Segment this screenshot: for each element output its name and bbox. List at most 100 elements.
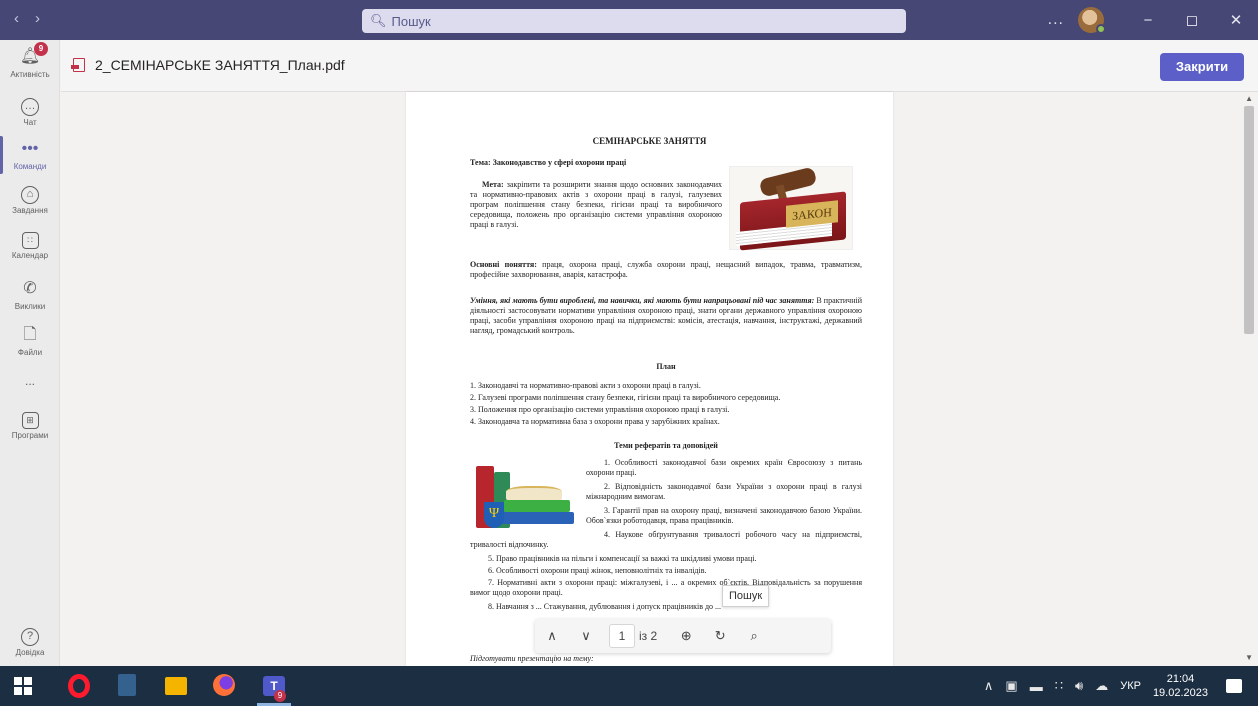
pdf-toolbar: ∧ ∨ 1 із 2 ⊕ ↻ ⌕: [535, 619, 831, 653]
doc-title: СЕМІНАРСЬКЕ ЗАНЯТТЯ: [592, 136, 707, 146]
topic-item: 7. Нормативні акти з охорони праці: міжг…: [470, 578, 862, 597]
volume-icon[interactable]: 🔊︎: [1075, 678, 1083, 694]
pdf-page: СЕМІНАРСЬКЕ ЗАНЯТТЯ Тема: Законодавство …: [406, 92, 893, 666]
onedrive-icon[interactable]: ☁: [1095, 678, 1108, 694]
topic-item: 2. Відповідність законодавчої бази Украї…: [586, 482, 862, 501]
rail-label-activity: Активність: [10, 70, 50, 79]
rail-item-teams[interactable]: ••• Команди: [0, 136, 60, 174]
open-book-shape: [506, 486, 562, 500]
skills-paragraph: Уміння, які мають бути вироблені, та нав…: [470, 296, 862, 336]
plan-item: 4. Законодавча та нормативна база з охор…: [470, 417, 720, 426]
rail-item-chat[interactable]: … Чат: [0, 98, 60, 127]
scroll-thumb[interactable]: [1244, 106, 1254, 334]
wifi-icon[interactable]: ∷: [1055, 678, 1063, 694]
rail-item-help[interactable]: ? Довідка: [0, 628, 60, 657]
language-indicator[interactable]: УКР: [1120, 680, 1141, 692]
minimize-button[interactable]: −: [1126, 12, 1170, 29]
apps-icon: ⊞: [21, 412, 39, 429]
rail-label-files: Файли: [17, 348, 43, 357]
rail-label-apps: Програми: [11, 431, 49, 440]
topic-item: 5. Право працівників на пільги і компенс…: [488, 554, 757, 563]
rail-item-apps[interactable]: ⊞ Програми: [0, 412, 60, 440]
title-bar-controls: ... − ◻ ✕: [1048, 0, 1258, 40]
firefox-icon[interactable]: [213, 674, 235, 696]
title-bar: ‹ › 🔍︎ Пошук ... − ◻ ✕: [0, 0, 1258, 40]
rail-label-calls: Виклики: [14, 302, 46, 311]
law-book-image: ЗАКОН: [729, 166, 853, 251]
individual-sub: Підготувати презентацію на тему:: [470, 654, 594, 663]
doc-topic: Тема: Законодавство у сфері охорони прац…: [470, 158, 627, 167]
avatar[interactable]: [1078, 7, 1106, 34]
close-window-button[interactable]: ✕: [1214, 11, 1258, 29]
calendar-icon: ∷: [21, 232, 39, 249]
skills-label: Уміння, які мають бути вироблені, та нав…: [470, 296, 815, 305]
presence-indicator: [1096, 24, 1106, 34]
topic-item: 6. Особливості охорони праці жінок, непо…: [488, 566, 707, 575]
file-explorer-icon[interactable]: [165, 677, 187, 695]
search-icon: 🔍︎: [370, 13, 387, 28]
plan-heading: План: [656, 362, 676, 371]
rail-item-calls[interactable]: ✆ Виклики: [0, 278, 60, 311]
file-name: 2_СЕМІНАРСЬКЕ ЗАНЯТТЯ_План.pdf: [95, 57, 345, 73]
topic-item: 8. Навчання з ... Стажування, дублювання…: [488, 602, 722, 611]
pdf-file-icon: [71, 58, 85, 72]
more-options-icon[interactable]: ...: [1048, 11, 1064, 29]
windows-taskbar: T 9 ∧ ▣ ▬ ∷ 🔊︎ ☁ УКР 21:04 19.02.2023: [0, 666, 1258, 706]
back-arrow-icon[interactable]: ‹: [14, 10, 19, 27]
plan-item: 2. Галузеві програми поліпшення стану бе…: [470, 393, 781, 402]
clock[interactable]: 21:04 19.02.2023: [1153, 672, 1208, 700]
search-tooltip: Пошук: [722, 585, 770, 607]
goal-paragraph: Мета: закріпити та розширити знання щодо…: [470, 180, 722, 230]
help-icon: ?: [21, 628, 39, 646]
battery-icon[interactable]: ▬: [1030, 679, 1043, 694]
device-icon[interactable]: ▣: [1005, 678, 1017, 694]
vertical-scrollbar[interactable]: ▲ ▼: [1240, 92, 1258, 666]
concepts-label: Основні поняття:: [470, 260, 537, 269]
rotate-icon[interactable]: ↻: [703, 628, 737, 644]
rail-label-help: Довідка: [15, 648, 45, 657]
file-icon: 🗋︎: [23, 326, 37, 343]
next-page-icon[interactable]: ∨: [569, 628, 603, 644]
plan-item: 3. Положення про організацію системи упр…: [470, 405, 730, 414]
rail-item-activity[interactable]: 🔔︎ 9 Активність: [0, 42, 60, 79]
clock-time: 21:04: [1166, 673, 1195, 685]
teams-taskbar-badge: 9: [274, 690, 286, 702]
scroll-down-icon[interactable]: ▼: [1245, 653, 1253, 662]
page-number-input[interactable]: 1: [609, 624, 635, 648]
forward-arrow-icon[interactable]: ›: [35, 10, 40, 27]
book-blue-shape: [500, 512, 574, 524]
gavel-shape: [758, 166, 818, 198]
rail-more-apps[interactable]: ...: [0, 374, 60, 388]
clock-date: 19.02.2023: [1152, 687, 1208, 699]
goal-text: закріпити та розширити знання щодо основ…: [470, 180, 722, 229]
activity-badge: 9: [34, 42, 48, 56]
page-count: із 2: [639, 629, 658, 643]
calculator-icon[interactable]: [118, 674, 136, 696]
rail-item-calendar[interactable]: ∷ Календар: [0, 232, 60, 260]
rail-label-assignments: Завдання: [12, 206, 48, 215]
maximize-button[interactable]: ◻: [1170, 11, 1214, 29]
concepts-paragraph: Основні поняття: праця, охорона праці, с…: [470, 260, 862, 280]
windows-start-icon[interactable]: [14, 677, 32, 695]
plan-item: 1. Законодавчі та нормативно-правові акт…: [470, 381, 701, 390]
close-button[interactable]: Закрити: [1160, 53, 1244, 81]
history-nav: ‹ ›: [14, 10, 40, 27]
rail-item-files[interactable]: 🗋︎ Файли: [0, 324, 60, 357]
search-input[interactable]: 🔍︎ Пошук: [362, 9, 906, 33]
search-doc-icon[interactable]: ⌕: [737, 628, 771, 644]
chevron-up-icon[interactable]: ∧: [984, 678, 994, 694]
zoom-in-icon[interactable]: ⊕: [669, 628, 703, 644]
scroll-up-icon[interactable]: ▲: [1245, 94, 1253, 103]
rail-item-assignments[interactable]: ⌂ Завдання: [0, 186, 60, 215]
coat-of-arms-icon: Ψ: [484, 502, 504, 528]
phone-icon: ✆: [23, 280, 37, 297]
rail-label-teams: Команди: [13, 162, 47, 171]
rail-label-calendar: Календар: [11, 251, 49, 260]
system-tray: ∧ ▣ ▬ ∷ 🔊︎ ☁ УКР 21:04 19.02.2023: [984, 666, 1258, 706]
opera-icon[interactable]: [68, 674, 90, 698]
search-placeholder: Пошук: [391, 13, 431, 29]
notifications-icon[interactable]: [1226, 679, 1242, 693]
prev-page-icon[interactable]: ∧: [535, 628, 569, 644]
chat-icon: …: [21, 98, 39, 116]
rail-label-chat: Чат: [23, 118, 37, 127]
